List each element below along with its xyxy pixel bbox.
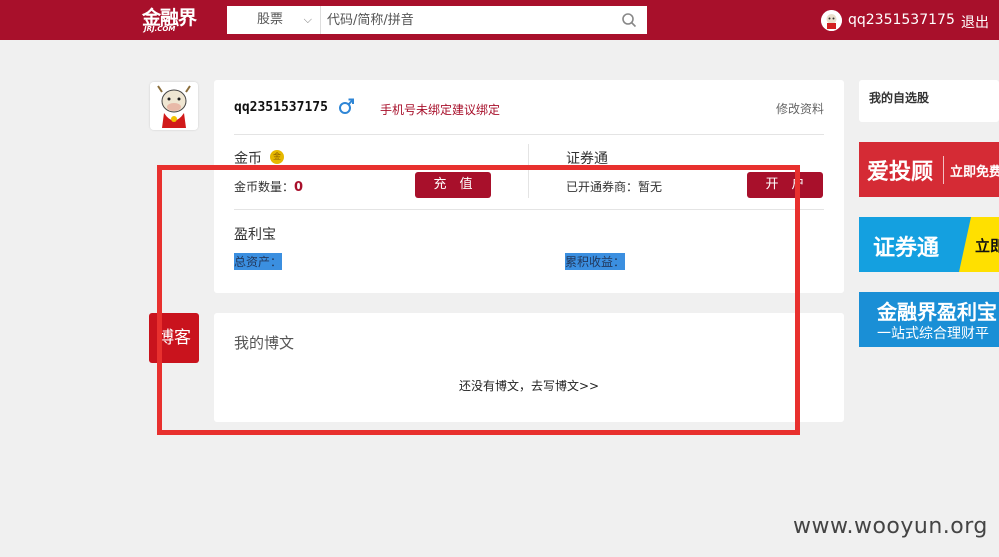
divider	[234, 134, 824, 135]
banner-subtitle: 立即免费	[950, 165, 999, 180]
header-username[interactable]: qq2351537175	[848, 12, 955, 28]
banner-subtitle: 立即	[975, 237, 999, 255]
aitougu-banner[interactable]: 爱投顾 立即免费	[859, 142, 999, 197]
yinglibao-title: 盈利宝	[234, 227, 276, 243]
broker-status: 已开通券商：暂无	[566, 180, 663, 194]
logout-link[interactable]: 退出	[961, 12, 989, 32]
coin-count-row: 金币数量：0	[234, 178, 303, 195]
chevron-down-icon: ⌵	[303, 13, 312, 26]
profile-username: qq2351537175	[234, 100, 328, 115]
bind-phone-link[interactable]: 手机号未绑定建议绑定	[380, 101, 500, 118]
search-icon[interactable]	[621, 12, 637, 28]
search-category-label: 股票	[257, 12, 284, 27]
yinglibao-banner[interactable]: 金融界盈利宝 一站式综合理财平	[859, 292, 999, 347]
cumulative-income-label: 累积收益：	[565, 253, 626, 270]
securities-banner[interactable]: 证券通 立即	[859, 217, 999, 272]
search-bar: 股票 ⌵	[227, 6, 647, 34]
edit-profile-link[interactable]: 修改资料	[776, 100, 824, 117]
banner-title: 证券通	[873, 236, 940, 261]
open-account-button[interactable]: 开 户	[747, 172, 823, 198]
search-category-select[interactable]: 股票 ⌵	[227, 6, 321, 34]
coin-count-label: 金币数量：	[234, 180, 295, 194]
blog-title: 我的博文	[234, 334, 295, 352]
banner-title: 爱投顾	[867, 160, 934, 185]
banner-separator	[943, 156, 944, 184]
watermark-text: www.wooyun.org	[793, 514, 988, 539]
banner-title: 金融界盈利宝	[877, 300, 997, 324]
divider	[234, 209, 824, 210]
coins-title: 金币	[234, 151, 262, 167]
search-input[interactable]	[327, 6, 607, 34]
watchlist-panel[interactable]: 我的自选股	[859, 80, 999, 122]
profile-avatar[interactable]	[150, 82, 198, 130]
top-navbar: 金融界 JRJ.COM 股票 ⌵ qq2351537175 退出	[0, 0, 999, 40]
write-blog-link[interactable]: 还没有博文，去写博文>>	[214, 377, 844, 394]
profile-card: qq2351537175 手机号未绑定建议绑定 修改资料 金币 金 金币数量：0…	[214, 80, 844, 293]
banner-subtitle: 一站式综合理财平	[877, 326, 989, 342]
logo-subtext: JRJ.COM	[144, 25, 176, 33]
user-avatar-icon[interactable]	[821, 10, 842, 31]
vertical-divider	[528, 144, 529, 198]
male-gender-icon	[339, 98, 354, 114]
gold-coin-icon: 金	[270, 150, 284, 164]
securities-title: 证券通	[566, 151, 608, 167]
watchlist-title: 我的自选股	[869, 91, 930, 105]
jrj-logo[interactable]: 金融界 JRJ.COM	[142, 3, 208, 37]
coin-count-value: 0	[294, 180, 304, 195]
blog-tab[interactable]: 博客	[149, 313, 199, 363]
blog-card: 我的博文 还没有博文，去写博文>>	[214, 313, 844, 422]
recharge-button[interactable]: 充 值	[415, 172, 491, 198]
total-assets-label: 总资产：	[234, 253, 283, 270]
